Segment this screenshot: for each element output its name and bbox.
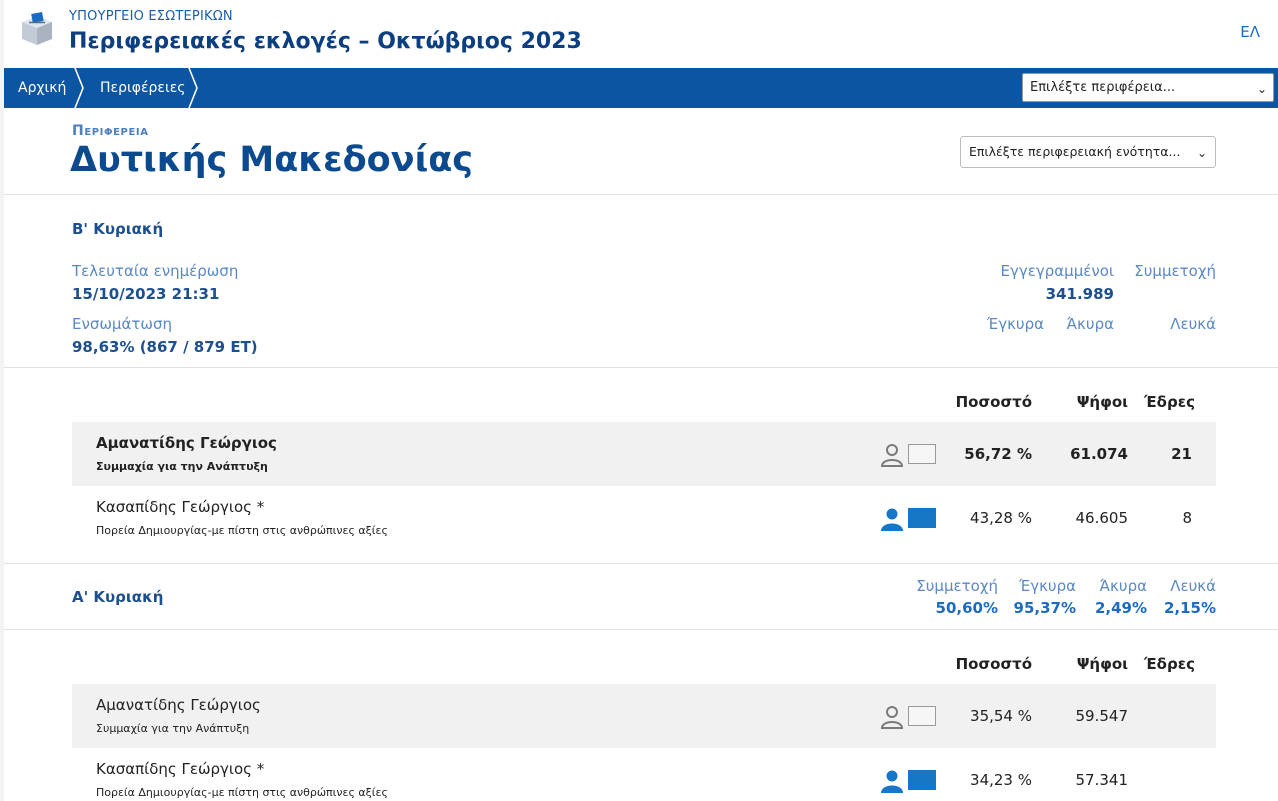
round-a-valid-value: 95,37% [1013, 599, 1076, 617]
person-icon [881, 508, 903, 531]
ministry-name: ΥΠΟΥΡΓΕΙΟ ΕΣΩΤΕΡΙΚΩΝ [69, 9, 233, 24]
region-select[interactable]: Επιλέξτε περιφέρεια... ⌄ [1022, 73, 1274, 102]
divider [4, 629, 1278, 630]
col-header-seats: Έδρες [1144, 393, 1195, 411]
divider [4, 367, 1278, 368]
candidate-party: Πορεία Δημιουργίας-με πίστη στις ανθρώπι… [96, 786, 388, 799]
party-color-swatch [908, 706, 936, 726]
candidate-name: Αμανατίδης Γεώργιος [96, 434, 277, 452]
candidate-name: Κασαπίδης Γεώργιος * [96, 760, 265, 778]
candidate-votes: 57.341 [1075, 771, 1129, 789]
party-color-swatch [908, 508, 936, 528]
candidate-pct: 56,72 % [964, 445, 1032, 463]
party-color-swatch [908, 770, 936, 790]
round-a-invalid-label: Άκυρα [1099, 577, 1147, 595]
round-a-valid-label: Έγκυρα [1019, 577, 1076, 595]
round-a-invalid-value: 2,49% [1094, 599, 1147, 617]
candidate-pct: 35,54 % [970, 707, 1032, 725]
candidate-party: Πορεία Δημιουργίας-με πίστη στις ανθρώπι… [96, 524, 388, 537]
candidate-seats: 8 [1182, 509, 1192, 527]
party-color-swatch [908, 444, 936, 464]
region-select-value: Επιλέξτε περιφέρεια... [1030, 80, 1176, 95]
person-icon [880, 444, 904, 467]
round-a-turnout-label: Συμμετοχή [916, 577, 998, 595]
navbar: Αρχική Περιφέρειες Επιλέξτε περιφέρεια..… [4, 68, 1278, 108]
region-kicker: Περιφερεια [72, 123, 149, 139]
candidate-row[interactable]: Αμανατίδης Γεώργιος Συμμαχία για την Ανά… [72, 684, 1216, 748]
col-header-pct: Ποσοστό [955, 655, 1032, 673]
chevron-down-icon: ⌄ [1196, 146, 1207, 160]
last-update-label: Τελευταία ενημέρωση [72, 262, 239, 280]
breadcrumb-regions[interactable]: Περιφέρειες [100, 68, 186, 108]
integration-label: Ενσωμάτωση [72, 315, 172, 333]
round-b-title: Β' Κυριακή [72, 220, 164, 238]
candidate-party: Συμμαχία για την Ανάπτυξη [96, 722, 250, 735]
valid-label: Έγκυρα [987, 315, 1044, 333]
election-title: Περιφερειακές εκλογές – Οκτώβριος 2023 [69, 29, 582, 54]
round-a-blank-label: Λευκά [1170, 577, 1216, 595]
candidate-pct: 43,28 % [970, 509, 1032, 527]
ballot-box-icon [22, 12, 52, 45]
col-header-seats: Έδρες [1144, 655, 1195, 673]
turnout-label: Συμμετοχή [1134, 262, 1216, 280]
chevron-right-icon [74, 68, 84, 108]
invalid-label: Άκυρα [1066, 315, 1114, 333]
candidate-seats: 21 [1171, 445, 1192, 463]
last-update-value: 15/10/2023 21:31 [72, 285, 220, 303]
language-switch[interactable]: ΕΛ [1240, 23, 1260, 41]
breadcrumb-home[interactable]: Αρχική [18, 68, 66, 108]
blank-label: Λευκά [1170, 315, 1216, 333]
candidate-party: Συμμαχία για την Ανάπτυξη [96, 460, 268, 473]
round-a-title: Α' Κυριακή [72, 588, 164, 606]
candidate-votes: 46.605 [1075, 509, 1129, 527]
col-header-votes: Ψήφοι [1076, 393, 1128, 411]
person-icon [881, 770, 903, 793]
person-icon [880, 706, 904, 729]
registered-label: Εγγεγραμμένοι [1000, 262, 1114, 280]
candidate-row[interactable]: Αμανατίδης Γεώργιος Συμμαχία για την Ανά… [72, 422, 1216, 486]
region-name: Δυτικής Μακεδονίας [70, 140, 473, 180]
col-header-pct: Ποσοστό [955, 393, 1032, 411]
candidate-name: Κασαπίδης Γεώργιος * [96, 498, 265, 516]
divider [4, 563, 1278, 564]
candidate-pct: 34,23 % [970, 771, 1032, 789]
candidate-row[interactable]: Κασαπίδης Γεώργιος * Πορεία Δημιουργίας-… [72, 486, 1216, 550]
candidate-name: Αμανατίδης Γεώργιος [96, 696, 261, 714]
round-a-blank-value: 2,15% [1163, 599, 1216, 617]
chevron-right-icon [188, 68, 198, 108]
registered-value: 341.989 [1045, 285, 1114, 303]
candidate-votes: 61.074 [1070, 445, 1128, 463]
integration-value: 98,63% (867 / 879 ΕΤ) [72, 338, 258, 356]
page: ΥΠΟΥΡΓΕΙΟ ΕΣΩΤΕΡΙΚΩΝ Περιφερειακές εκλογ… [4, 0, 1278, 801]
col-header-votes: Ψήφοι [1076, 655, 1128, 673]
divider [4, 194, 1278, 195]
regional-unit-select-value: Επιλέξτε περιφερειακή ενότητα... [969, 144, 1181, 159]
chevron-down-icon: ⌄ [1256, 82, 1267, 96]
regional-unit-select[interactable]: Επιλέξτε περιφερειακή ενότητα... ⌄ [960, 136, 1216, 168]
round-a-turnout-value: 50,60% [935, 599, 998, 617]
candidate-votes: 59.547 [1075, 707, 1129, 725]
candidate-row[interactable]: Κασαπίδης Γεώργιος * Πορεία Δημιουργίας-… [72, 748, 1216, 801]
